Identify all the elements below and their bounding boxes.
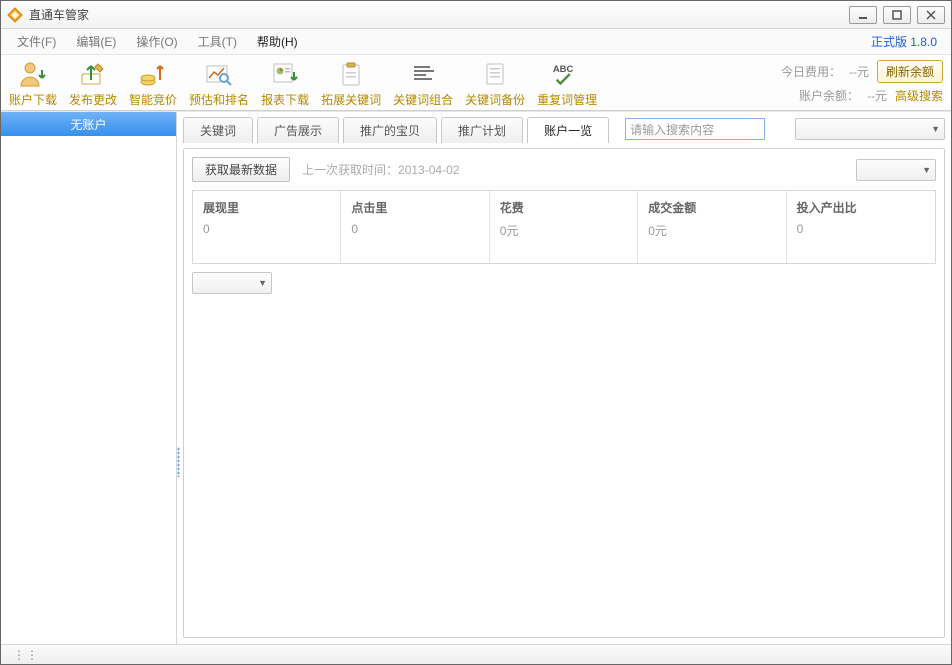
menubar: 文件(F) 编辑(E) 操作(O) 工具(T) 帮助(H) 正式版 1.8.0 [1, 29, 951, 55]
menu-edit[interactable]: 编辑(E) [66, 30, 126, 53]
report-download-icon [269, 59, 301, 89]
balance-label: 账户余额： [799, 87, 859, 104]
tb-report-download[interactable]: 报表下载 [261, 59, 309, 110]
tb-expand-keywords[interactable]: 拓展关键词 [321, 59, 381, 110]
menu-action[interactable]: 操作(O) [126, 30, 187, 53]
stat-cost: 花费 0元 [490, 191, 638, 263]
window-title: 直通车管家 [29, 6, 89, 23]
tb-keyword-backup[interactable]: 关键词备份 [465, 59, 525, 110]
abc-check-icon: ABC [551, 59, 583, 89]
small-combo[interactable]: ▼ [192, 272, 272, 294]
panel-empty-area [192, 302, 936, 629]
menu-help[interactable]: 帮助(H) [247, 30, 308, 53]
today-cost-label: 今日费用： [781, 63, 841, 80]
tb-smart-bid[interactable]: 智能竞价 [129, 59, 177, 110]
tb-download-account[interactable]: 账户下载 [9, 59, 57, 110]
overview-panel: 获取最新数据 上一次获取时间：2013-04-02 ▼ 展现里 0 点击里 0 [183, 148, 945, 638]
stats-grid: 展现里 0 点击里 0 花费 0元 成交金额 0元 投入产出比 0 [192, 190, 936, 264]
tab-account-overview[interactable]: 账户一览 [527, 117, 609, 143]
chevron-down-icon: ▼ [258, 278, 267, 288]
stat-impressions-label: 展现里 [203, 199, 330, 216]
sidebar-item-no-account[interactable]: 无账户 [1, 112, 176, 136]
last-fetch-label: 上一次获取时间：2013-04-02 [302, 161, 459, 178]
stat-cost-value: 0元 [500, 222, 627, 239]
menu-tool[interactable]: 工具(T) [188, 30, 247, 53]
stat-impressions-value: 0 [203, 222, 330, 236]
stat-roi-value: 0 [797, 222, 925, 236]
stat-clicks: 点击里 0 [341, 191, 489, 263]
version-label: 正式版 1.8.0 [871, 33, 945, 50]
tb-expand-keywords-label: 拓展关键词 [321, 91, 381, 110]
last-fetch-time: 2013-04-02 [398, 163, 459, 177]
chart-search-icon [203, 59, 235, 89]
tb-publish-changes[interactable]: 发布更改 [69, 59, 117, 110]
document-lines-icon [479, 59, 511, 89]
resize-grip-icon[interactable]: ⋮⋮ [13, 648, 39, 662]
tab-products[interactable]: 推广的宝贝 [343, 117, 437, 143]
tb-keyword-combo-label: 关键词组合 [393, 91, 453, 110]
tb-dup-keyword-manage[interactable]: ABC 重复词管理 [537, 59, 597, 110]
tb-keyword-combo[interactable]: 关键词组合 [393, 59, 453, 110]
stat-roi: 投入产出比 0 [787, 191, 935, 263]
main-area: 无账户 关键词 广告展示 推广的宝贝 推广计划 账户一览 请输入搜索内容 ▼ [1, 111, 951, 644]
stat-transaction: 成交金额 0元 [638, 191, 786, 263]
svg-text:ABC: ABC [553, 63, 574, 74]
statusbar: ⋮⋮ [1, 644, 951, 664]
stat-roi-label: 投入产出比 [797, 199, 925, 216]
tb-dup-keyword-manage-label: 重复词管理 [537, 91, 597, 110]
range-combo[interactable]: ▼ [856, 159, 936, 181]
content: 关键词 广告展示 推广的宝贝 推广计划 账户一览 请输入搜索内容 ▼ 获取最新数… [177, 112, 951, 644]
chevron-down-icon: ▼ [931, 124, 940, 134]
stat-transaction-label: 成交金额 [648, 199, 775, 216]
tabs: 关键词 广告展示 推广的宝贝 推广计划 账户一览 [183, 116, 609, 142]
clipboard-icon [335, 59, 367, 89]
tb-download-account-label: 账户下载 [9, 91, 57, 110]
titlebar: 直通车管家 [1, 1, 951, 29]
minimize-button[interactable] [849, 6, 877, 24]
filter-combo[interactable]: ▼ [795, 118, 945, 140]
stat-clicks-label: 点击里 [351, 199, 478, 216]
tb-estimate-rank-label: 预估和排名 [189, 91, 249, 110]
user-download-icon [17, 59, 49, 89]
upload-edit-icon [77, 59, 109, 89]
tab-ad-display[interactable]: 广告展示 [257, 117, 339, 143]
stat-transaction-value: 0元 [648, 222, 775, 239]
balance-value: --元 [867, 87, 887, 104]
stat-clicks-value: 0 [351, 222, 478, 236]
stat-impressions: 展现里 0 [193, 191, 341, 263]
menu-file[interactable]: 文件(F) [7, 30, 66, 53]
tb-keyword-backup-label: 关键词备份 [465, 91, 525, 110]
search-input[interactable]: 请输入搜索内容 [625, 118, 765, 140]
tab-keywords[interactable]: 关键词 [183, 117, 253, 143]
close-button[interactable] [917, 6, 945, 24]
splitter-handle[interactable] [176, 442, 181, 482]
toolbar: 账户下载 发布更改 智能竞价 预估和排名 报表下载 拓展关键词 关键词组合 关键… [1, 55, 951, 111]
tb-publish-changes-label: 发布更改 [69, 91, 117, 110]
list-lines-icon [407, 59, 439, 89]
search-wrapper: 请输入搜索内容 [625, 118, 765, 140]
refresh-balance-button[interactable]: 刷新余额 [877, 60, 943, 83]
tb-estimate-rank[interactable]: 预估和排名 [189, 59, 249, 110]
today-cost-value: --元 [849, 63, 869, 80]
maximize-button[interactable] [883, 6, 911, 24]
window-controls [849, 6, 945, 24]
fetch-latest-button[interactable]: 获取最新数据 [192, 157, 290, 182]
tab-plans[interactable]: 推广计划 [441, 117, 523, 143]
account-info: 今日费用： --元 刷新余额 账户余额： --元 高级搜索 [781, 60, 943, 110]
tb-report-download-label: 报表下载 [261, 91, 309, 110]
app-icon [7, 7, 23, 23]
sidebar: 无账户 [1, 112, 177, 644]
tab-row: 关键词 广告展示 推广的宝贝 推广计划 账户一览 请输入搜索内容 ▼ [183, 116, 945, 142]
advanced-search-link[interactable]: 高级搜索 [895, 87, 943, 104]
tb-smart-bid-label: 智能竞价 [129, 91, 177, 110]
coins-up-icon [137, 59, 169, 89]
panel-top: 获取最新数据 上一次获取时间：2013-04-02 ▼ [192, 157, 936, 182]
last-fetch-prefix: 上一次获取时间： [302, 163, 398, 177]
stat-cost-label: 花费 [500, 199, 627, 216]
search-placeholder: 请输入搜索内容 [630, 121, 714, 138]
chevron-down-icon: ▼ [922, 165, 931, 175]
